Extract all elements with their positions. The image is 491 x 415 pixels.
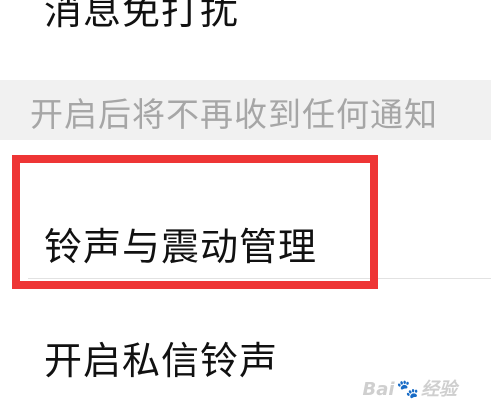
baidu-watermark: Bai 🐾 经验 [363, 375, 457, 401]
do-not-disturb-hint: 开启后将不再收到任何通知 [30, 95, 438, 134]
do-not-disturb-label: 消息免打扰 [44, 0, 240, 33]
paw-icon: 🐾 [396, 379, 419, 400]
private-message-ringtone-label: 开启私信铃声 [44, 339, 279, 383]
watermark-brand-left: Bai [362, 379, 395, 400]
ringtone-vibration-label: 铃声与震动管理 [44, 225, 318, 269]
watermark-brand-right: 经验 [421, 379, 457, 400]
